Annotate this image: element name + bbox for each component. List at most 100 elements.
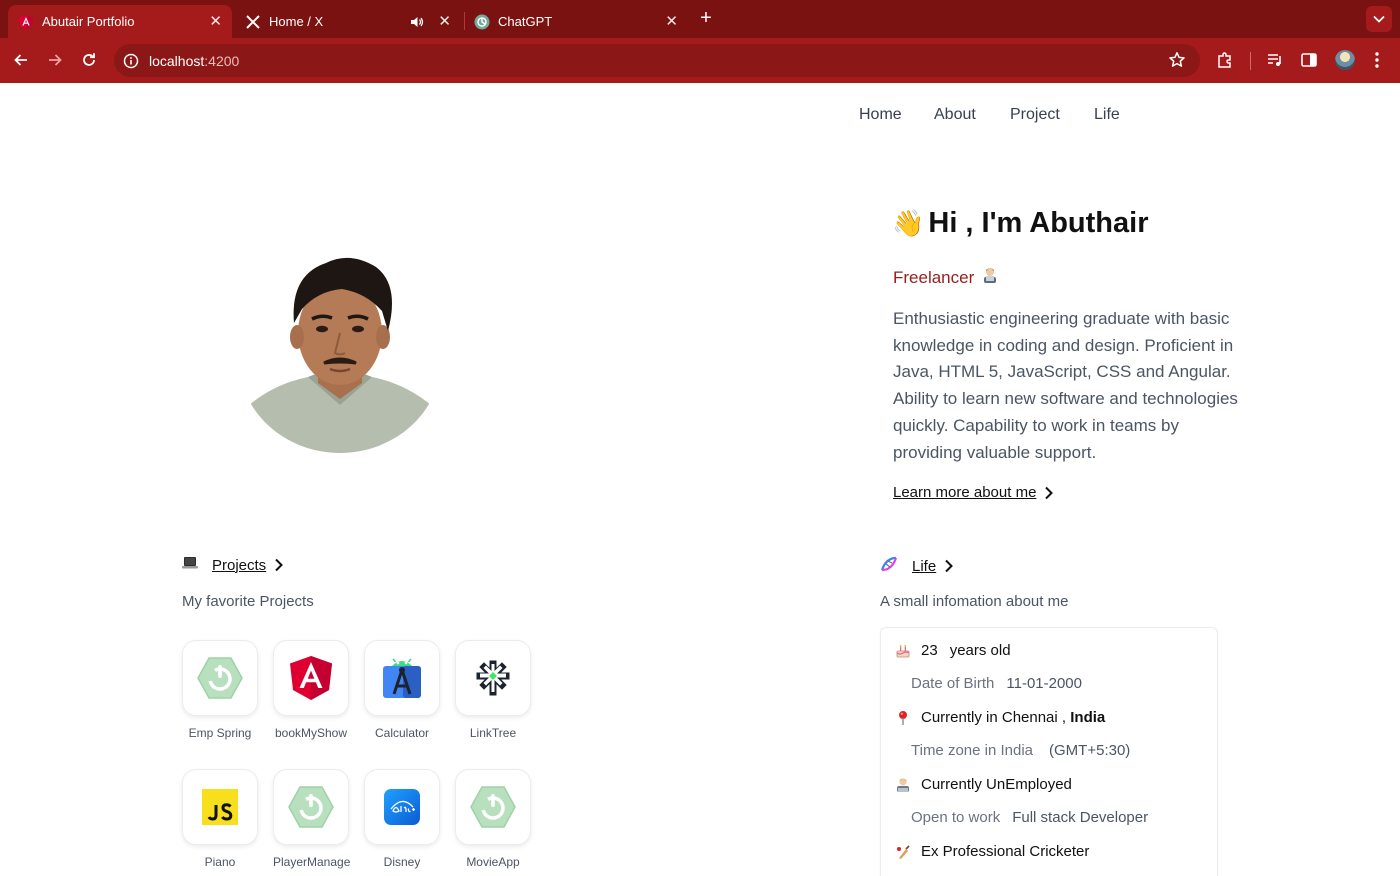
spring-icon: [455, 769, 531, 845]
project-card-piano[interactable]: Piano: [182, 769, 260, 869]
extensions-button[interactable]: [1214, 49, 1236, 71]
arrow-right-icon: [49, 54, 62, 66]
url-text: localhost:4200: [149, 52, 240, 69]
bookmark-star-icon[interactable]: [1168, 51, 1186, 74]
profile-avatar[interactable]: [1335, 50, 1355, 70]
dna-icon: [880, 556, 898, 576]
tab-chatgpt[interactable]: ChatGPT ✕: [464, 5, 688, 38]
timezone-value: (GMT+5:30): [1049, 742, 1131, 759]
birthday-cake-icon: [895, 643, 911, 659]
spring-icon: [273, 769, 349, 845]
dob-value: 11-01-2000: [1006, 675, 1082, 692]
chevron-right-icon: [944, 559, 954, 573]
project-card-emp-spring[interactable]: Emp Spring: [182, 640, 260, 740]
tab-title: Home / X: [269, 14, 324, 29]
employment-row: Currently UnEmployed: [895, 776, 1072, 793]
media-control-button[interactable]: [1264, 49, 1286, 71]
projects-heading[interactable]: Projects: [212, 557, 266, 574]
project-name: LinkTree: [469, 726, 517, 740]
arrow-left-icon: [14, 54, 27, 66]
age-label: years old: [949, 642, 1011, 659]
nav-about[interactable]: About: [934, 106, 976, 124]
side-panel-button[interactable]: [1298, 49, 1320, 71]
close-icon[interactable]: ✕: [665, 14, 678, 29]
project-card-linktree[interactable]: LinkTree: [455, 640, 533, 740]
timezone-label: Time zone in India: [911, 742, 1034, 759]
hero-title-text: Hi , I'm Abuthair: [928, 207, 1149, 239]
dob-row: Date of Birth 11-01-2000: [911, 675, 1082, 692]
open-to-work-row: Open to work Full stack Developer: [911, 809, 1148, 826]
toolbar-separator: [1250, 52, 1251, 70]
angular-icon: [18, 14, 34, 30]
open-value: Full stack Developer: [1012, 809, 1149, 826]
close-icon[interactable]: ✕: [209, 14, 222, 29]
linktree-icon: [455, 640, 531, 716]
chatgpt-icon: [474, 14, 490, 30]
tab-title: Abutair Portfolio: [42, 14, 135, 29]
android-studio-icon: [364, 640, 440, 716]
spring-icon: [182, 640, 258, 716]
projects-heading-link[interactable]: Projects: [182, 556, 284, 574]
puzzle-icon: [1218, 52, 1231, 68]
x-logo-icon: [245, 14, 261, 30]
address-bar[interactable]: localhost:4200: [114, 44, 1200, 77]
playlist-icon: [1268, 54, 1281, 66]
bio-paragraph: Enthusiastic engineering graduate with b…: [893, 309, 1238, 462]
project-name: PlayerManage: [273, 855, 351, 869]
project-name: Piano: [204, 855, 236, 869]
learn-more-link[interactable]: Learn more about me: [893, 484, 1054, 501]
site-info-icon[interactable]: [122, 52, 140, 70]
project-card-playermanage[interactable]: PlayerManage: [273, 769, 351, 869]
location-separator: ,: [1057, 709, 1071, 726]
nav-home[interactable]: Home: [859, 106, 902, 124]
dob-label: Date of Birth: [911, 675, 995, 692]
reload-icon: [83, 53, 95, 66]
speaker-icon[interactable]: [410, 15, 424, 29]
browser-tab-strip: Abutair Portfolio ✕ Home / X ✕ ChatGPT ✕…: [0, 0, 1400, 38]
project-name: bookMyShow: [274, 726, 348, 740]
chevron-right-icon: [274, 558, 284, 572]
project-card-calculator[interactable]: Calculator: [364, 640, 442, 740]
project-name: Calculator: [374, 726, 430, 740]
project-card-bookmyshow[interactable]: bookMyShow: [273, 640, 351, 740]
tab-title: ChatGPT: [498, 14, 553, 29]
timezone-row: Time zone in India (GMT+5:30): [911, 742, 1130, 759]
sport-text: Ex Professional Cricketer: [921, 843, 1090, 860]
chevron-right-icon: [1044, 486, 1054, 500]
sport-row: Ex Professional Cricketer: [895, 843, 1089, 860]
hero-title: 👋 Hi , I'm Abuthair: [892, 207, 1148, 240]
project-name: Emp Spring: [188, 726, 252, 740]
project-card-disney[interactable]: Disney: [364, 769, 442, 869]
angular-icon: [273, 640, 349, 716]
pin-icon: [895, 710, 911, 726]
side-panel-icon: [1301, 53, 1317, 67]
age-row: 23 years old: [895, 642, 1011, 659]
location-row: Currently in Chennai , India: [895, 709, 1105, 726]
javascript-icon: [182, 769, 258, 845]
tab-home-x[interactable]: Home / X ✕: [235, 5, 461, 38]
age-value: 23: [921, 642, 938, 659]
location-text: Currently in Chennai: [921, 709, 1058, 726]
learn-more-text[interactable]: Learn more about me: [893, 484, 1036, 501]
technologist-icon: [982, 267, 998, 288]
project-name: MovieApp: [466, 855, 520, 869]
nav-life[interactable]: Life: [1094, 106, 1120, 124]
back-button[interactable]: [10, 49, 32, 71]
profile-photo: [238, 245, 442, 453]
office-worker-icon: [895, 777, 911, 793]
laptop-icon: [182, 556, 198, 574]
reload-button[interactable]: [78, 49, 100, 71]
new-tab-button[interactable]: +: [696, 8, 716, 29]
nav-project[interactable]: Project: [1010, 106, 1060, 124]
project-card-movieapp[interactable]: MovieApp: [455, 769, 533, 869]
tab-abutair-portfolio[interactable]: Abutair Portfolio ✕: [8, 5, 232, 38]
life-heading[interactable]: Life: [912, 558, 936, 575]
forward-button[interactable]: [44, 49, 66, 71]
close-icon[interactable]: ✕: [438, 14, 451, 29]
tab-search-button[interactable]: [1366, 6, 1392, 32]
open-label: Open to work: [911, 809, 1001, 826]
waving-hand-icon: 👋: [892, 208, 925, 238]
project-name: Disney: [383, 855, 421, 869]
life-heading-link[interactable]: Life: [880, 556, 954, 576]
browser-menu-button[interactable]: [1366, 49, 1388, 71]
